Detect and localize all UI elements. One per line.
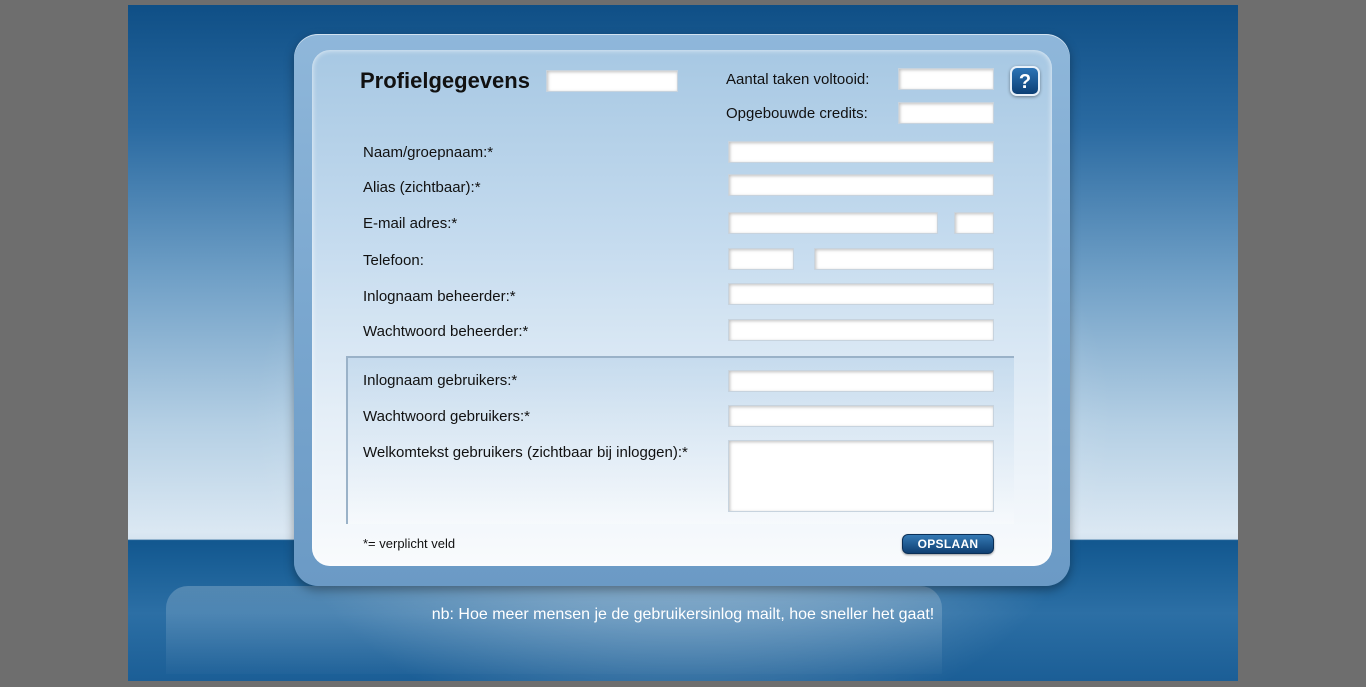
name-field[interactable] [728,141,994,163]
profile-form-frame: Profielgegevens Aantal taken voltooid: O… [294,34,1070,586]
save-button[interactable]: OPSLAAN [902,534,994,554]
profile-form-panel: Profielgegevens Aantal taken voltooid: O… [312,50,1052,566]
required-field-note: *= verplicht veld [363,536,456,551]
credits-field[interactable] [898,102,994,124]
email-domain-field[interactable] [954,212,994,234]
tasks-completed-field[interactable] [898,68,994,90]
footer-note: nb: Hoe meer mensen je de gebruikersinlo… [431,606,935,623]
welcome-text-field[interactable] [728,440,994,512]
phone-area-field[interactable] [728,248,794,270]
profile-title-field[interactable] [546,70,678,92]
help-icon[interactable]: ? [1010,66,1040,96]
user-login-field[interactable] [728,370,994,392]
admin-password-label: Wachtwoord beheerder:* [363,323,529,340]
alias-label: Alias (zichtbaar):* [363,179,481,196]
admin-login-field[interactable] [728,283,994,305]
user-login-label: Inlognaam gebruikers:* [363,372,518,389]
name-label: Naam/groepnaam:* [363,144,494,161]
credits-label: Opgebouwde credits: [726,105,868,122]
phone-number-field[interactable] [814,248,994,270]
alias-field[interactable] [728,174,994,196]
phone-label: Telefoon: [363,252,424,269]
welcome-text-label: Welkomtekst gebruikers (zichtbaar bij in… [363,444,688,461]
email-field[interactable] [728,212,938,234]
admin-password-field[interactable] [728,319,994,341]
email-label: E-mail adres:* [363,215,458,232]
user-password-field[interactable] [728,405,994,427]
tasks-completed-label: Aantal taken voltooid: [726,71,870,88]
panel-reflection [166,586,942,674]
admin-login-label: Inlognaam beheerder:* [363,288,516,305]
user-password-label: Wachtwoord gebruikers:* [363,408,531,425]
page-title: Profielgegevens [360,68,530,93]
